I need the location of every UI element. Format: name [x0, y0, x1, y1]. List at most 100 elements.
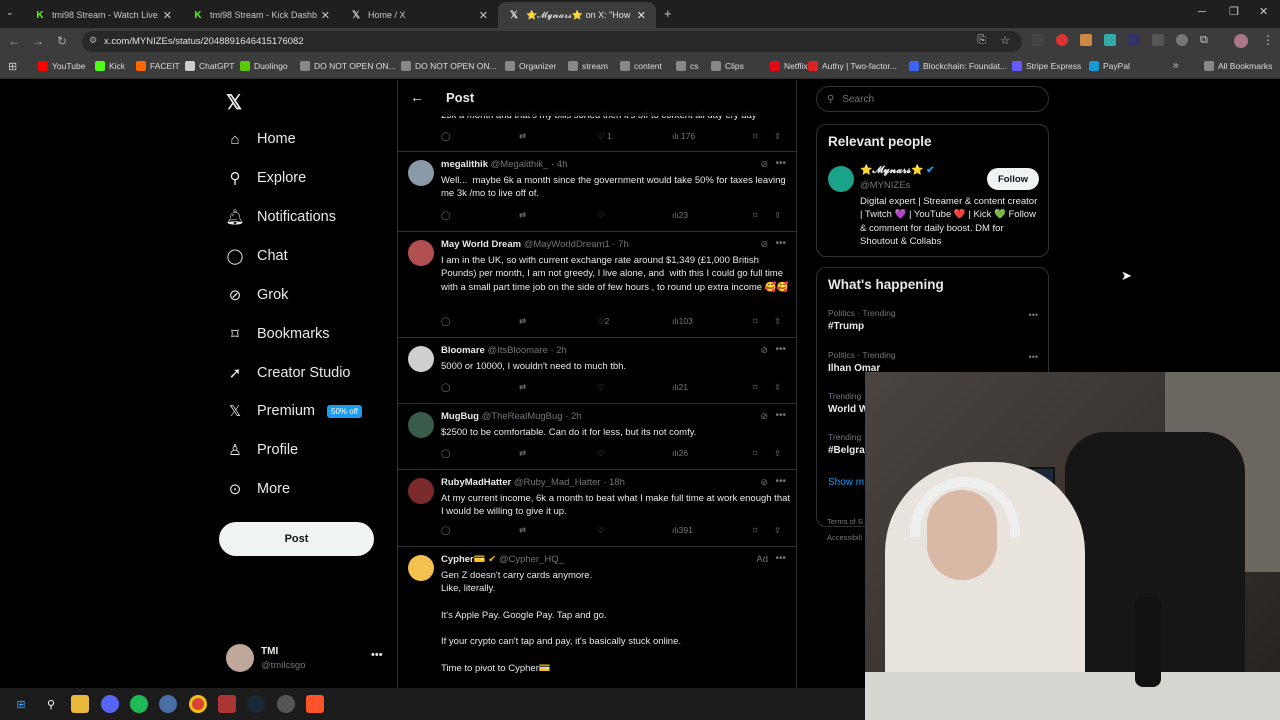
share-icon[interactable]: ⇪ [774, 382, 781, 393]
accessibility-link[interactable]: Accessibili [827, 530, 863, 546]
nav-item-profile[interactable]: ♙ Profile [226, 441, 298, 459]
reply-post[interactable]: megalithik @Megalithik_ · 4h ⊘ ••• Well... … [398, 152, 796, 232]
nav-item-grok[interactable]: ⊘ Grok [226, 286, 289, 304]
reply-post[interactable]: Cypher💳 ✔ @Cypher_HQ_ Ad ••• Gen Z doesn't… [398, 547, 796, 688]
nav-item-home[interactable]: ⌂ Home [226, 130, 295, 148]
bookmark-item[interactable]: FACEIT [136, 61, 180, 71]
more-icon[interactable]: ••• [775, 238, 786, 249]
grok-icon[interactable]: ⊘ [760, 411, 768, 422]
search-icon[interactable]: ⚲ [42, 695, 60, 713]
views-icon[interactable]: ılı 21 [672, 382, 688, 392]
author-name[interactable]: Cypher💳 [441, 554, 486, 565]
share-icon[interactable]: ⇪ [774, 131, 781, 142]
bookmark-item[interactable]: DO NOT OPEN ON... [401, 61, 497, 71]
nav-item-notifications[interactable]: 🔔︎ Notifications [225, 208, 336, 226]
bookmark-item[interactable]: Blockchain: Foundat... [909, 61, 1007, 71]
grok-icon[interactable]: ⊘ [760, 239, 768, 250]
browser-menu-icon[interactable]: ⋮ [1262, 33, 1274, 47]
avatar[interactable] [408, 412, 434, 438]
grok-icon[interactable]: ⊘ [760, 477, 768, 488]
extension-icon[interactable] [1056, 34, 1068, 46]
bookmark-icon[interactable]: ⌑ [753, 210, 757, 221]
extension-icon[interactable] [1128, 34, 1140, 46]
author-name[interactable]: RubyMadHatter [441, 477, 511, 488]
search-input[interactable]: ⚲ Search [816, 86, 1049, 112]
share-icon[interactable]: ⇪ [774, 210, 781, 221]
bookmark-item[interactable]: All Bookmarks [1204, 61, 1272, 71]
brave-icon[interactable] [306, 695, 324, 713]
post-time[interactable]: · 4h [551, 159, 567, 170]
avatar[interactable] [408, 346, 434, 372]
more-icon[interactable]: ••• [775, 344, 786, 355]
more-icon[interactable]: ••• [775, 158, 786, 169]
app-icon[interactable] [218, 695, 236, 713]
author-name[interactable]: megalithik [441, 159, 488, 170]
discord-icon[interactable] [101, 695, 119, 713]
profile-avatar[interactable] [1234, 34, 1248, 48]
more-icon[interactable]: ••• [775, 553, 786, 564]
bookmark-item[interactable]: PayPal [1089, 61, 1130, 71]
author-handle[interactable]: @MayWorldDream1 [524, 239, 610, 250]
bookmark-icon[interactable]: ⌑ [753, 316, 757, 327]
bookmark-item[interactable]: Duolingo [240, 61, 288, 71]
more-icon[interactable]: ••• [775, 476, 786, 487]
reload-icon[interactable]: ↻ [51, 34, 73, 48]
bookmark-item[interactable]: Stripe Express [1012, 61, 1081, 71]
browser-tab[interactable]: Ktmi98 Stream - Watch Live on Kick ✕ [24, 2, 182, 28]
minimize-button[interactable]: ─ [1198, 6, 1206, 18]
file-explorer-icon[interactable] [71, 695, 89, 713]
bookmark-item[interactable]: Clips [711, 61, 744, 71]
more-icon[interactable]: ••• [775, 410, 786, 421]
browser-tab[interactable]: 𝕏 Home / X ✕ [340, 2, 498, 28]
reply-icon[interactable]: ◯ [441, 316, 451, 327]
account-switcher[interactable]: TMI @tmilcsgo ••• [226, 640, 386, 676]
back-arrow-icon[interactable]: ← [410, 89, 424, 105]
browser-tab[interactable]: 𝕏 ⭐𝓜𝔂𝓷𝓪𝓻𝓼⭐ on X: "How muc ✕ [498, 2, 656, 28]
share-icon[interactable]: ⇪ [774, 316, 781, 327]
reply-post[interactable]: May World Dream @MayWorldDream1 · 7h ⊘ •••… [398, 232, 796, 338]
new-tab-button[interactable]: + [664, 6, 672, 21]
chrome-icon[interactable] [189, 695, 207, 713]
site-info-icon[interactable]: ⚙ [89, 35, 97, 46]
forward-icon[interactable]: → [27, 34, 49, 48]
spotify-icon[interactable] [130, 695, 148, 713]
reply-icon[interactable]: ◯ [441, 525, 451, 536]
avatar[interactable] [828, 166, 854, 192]
views-icon[interactable]: ılı 23 [672, 210, 688, 220]
bookmark-item[interactable]: Netflix [770, 61, 808, 71]
browser-tab[interactable]: Ktmi98 Stream - Kick Dashboard ✕ [182, 2, 340, 28]
steam-icon[interactable] [247, 695, 265, 713]
reply-post[interactable]: MugBug @TheRealMugBug · 2h ⊘ ••• $2500 to b… [398, 404, 796, 470]
views-icon[interactable]: ılı 176 [672, 131, 695, 141]
more-icon[interactable]: ••• [1029, 310, 1038, 320]
nav-item-chat[interactable]: ◯ Chat [226, 247, 288, 265]
bookmark-icon[interactable]: ⌑ [753, 448, 757, 459]
puzzle-icon[interactable]: ⧉ [1200, 34, 1208, 47]
bookmark-item[interactable]: Kick [95, 61, 125, 71]
bookmark-item[interactable]: content [620, 61, 662, 71]
apps-icon[interactable]: ⊞ [8, 60, 17, 73]
terms-link[interactable]: Terms of S [827, 514, 863, 530]
star-icon[interactable]: ☆ [1000, 34, 1010, 47]
repost-icon[interactable]: ⇄ [519, 525, 526, 536]
reply-icon[interactable]: ◯ [441, 448, 451, 459]
reply-post[interactable]: RubyMadHatter @Ruby_Mad_Hatter · 18h ⊘ •••… [398, 470, 796, 547]
extension-icon[interactable] [1152, 34, 1164, 46]
reply-icon[interactable]: ◯ [441, 210, 451, 221]
author-handle[interactable]: @Ruby_Mad_Hatter [514, 477, 601, 488]
bookmark-item[interactable]: Organizer [505, 61, 556, 71]
restore-button[interactable]: ❐ [1229, 5, 1239, 18]
post-time[interactable]: · 2h [565, 411, 581, 422]
more-icon[interactable]: ••• [371, 649, 383, 661]
bookmark-item[interactable]: cs [676, 61, 699, 71]
repost-icon[interactable]: ⇄ [519, 382, 526, 393]
partial-reply[interactable]: 25k a month and that's my bills sorted t… [398, 110, 796, 152]
avatar[interactable] [408, 240, 434, 266]
like-icon[interactable]: ♡ [597, 525, 605, 536]
like-icon[interactable]: ♡ 2 [597, 316, 609, 327]
author-handle[interactable]: @TheRealMugBug [482, 411, 563, 422]
app-icon[interactable] [277, 695, 295, 713]
extension-icon[interactable] [1080, 34, 1092, 46]
author-handle[interactable]: @ItsBloomare [487, 345, 547, 356]
bookmark-icon[interactable]: ⌑ [753, 525, 757, 536]
